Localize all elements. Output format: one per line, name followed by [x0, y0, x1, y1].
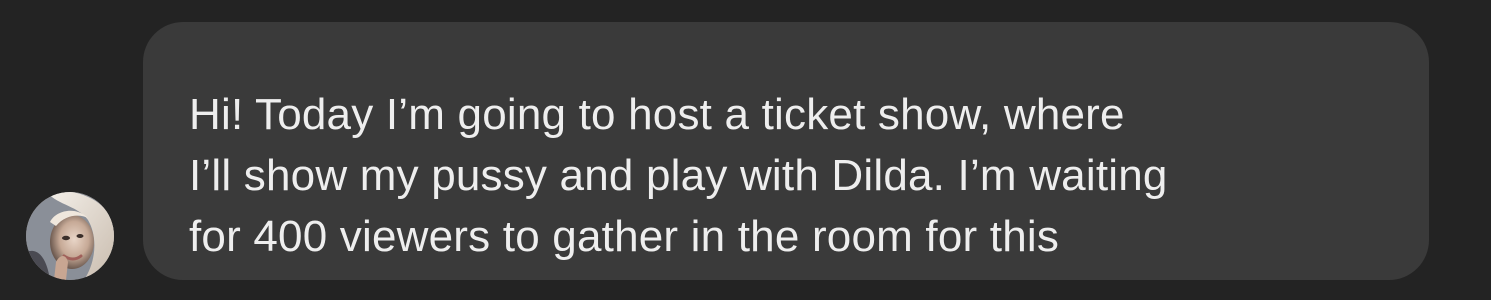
chat-area: Hi! Today I’m going to host a ticket sho…: [0, 0, 1491, 300]
avatar[interactable]: [26, 192, 114, 280]
message-line: for 400 viewers to gather in the room fo…: [189, 212, 1060, 261]
user-avatar-icon: [26, 192, 114, 280]
message-bubble: Hi! Today I’m going to host a ticket sho…: [143, 22, 1429, 280]
message-line: Hi! Today I’m going to host a ticket sho…: [189, 90, 1125, 139]
message-text: Hi! Today I’m going to host a ticket sho…: [189, 84, 1383, 267]
message-line: I’ll show my pussy and play with Dilda. …: [189, 151, 1168, 200]
